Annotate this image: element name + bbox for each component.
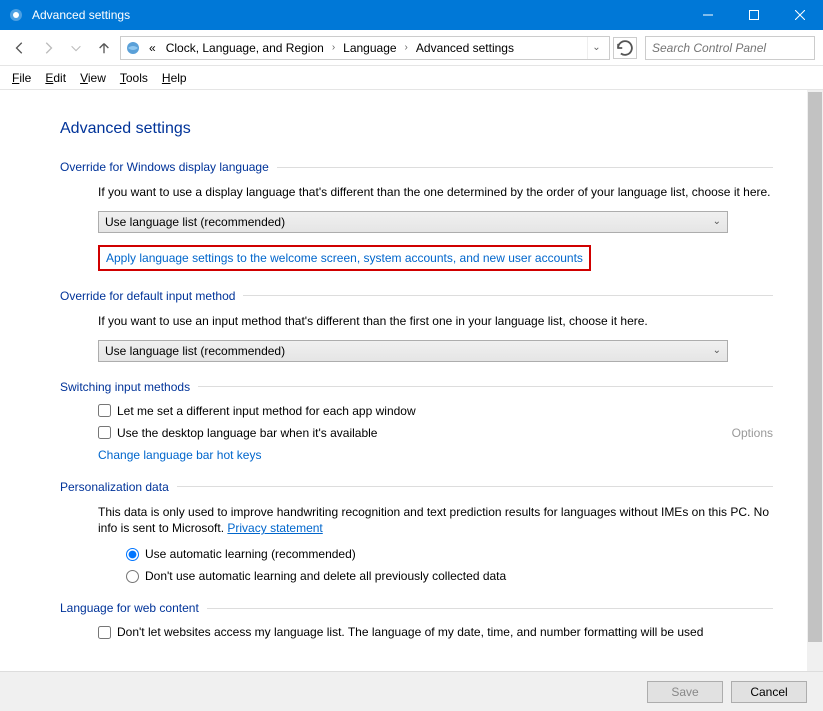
close-button[interactable]	[777, 0, 823, 30]
personalization-desc-text: This data is only used to improve handwr…	[98, 505, 769, 536]
section-header-input-method: Override for default input method	[60, 289, 243, 303]
privacy-statement-link[interactable]: Privacy statement	[227, 521, 322, 535]
divider	[277, 167, 773, 168]
automatic-learning-radio[interactable]	[126, 548, 139, 561]
menu-file[interactable]: File	[12, 71, 31, 85]
breadcrumb-item[interactable]: Language	[339, 41, 400, 55]
title-bar: Advanced settings	[0, 0, 823, 30]
divider	[207, 608, 773, 609]
section-header-switching: Switching input methods	[60, 380, 198, 394]
chevron-right-icon[interactable]: ›	[330, 42, 337, 53]
refresh-button[interactable]	[613, 37, 637, 59]
up-button[interactable]	[92, 36, 116, 60]
minimize-button[interactable]	[685, 0, 731, 30]
desktop-language-bar-label: Use the desktop language bar when it's a…	[117, 426, 377, 440]
breadcrumb-dropdown-icon[interactable]: ⌄	[587, 37, 605, 59]
display-language-desc: If you want to use a display language th…	[98, 184, 773, 201]
block-website-language-label: Don't let websites access my language li…	[117, 625, 703, 639]
menu-tools[interactable]: Tools	[120, 71, 148, 85]
change-hotkeys-link[interactable]: Change language bar hot keys	[98, 448, 261, 462]
window-title: Advanced settings	[32, 8, 685, 22]
cancel-button[interactable]: Cancel	[731, 681, 807, 703]
divider	[243, 295, 773, 296]
no-automatic-learning-radio[interactable]	[126, 570, 139, 583]
chevron-down-icon: ⌄	[713, 216, 721, 227]
save-button[interactable]: Save	[647, 681, 723, 703]
per-app-input-label: Let me set a different input method for …	[117, 404, 416, 418]
chevron-right-icon[interactable]: ›	[403, 42, 410, 53]
menu-edit[interactable]: Edit	[45, 71, 66, 85]
breadcrumb-item[interactable]: Advanced settings	[412, 41, 518, 55]
app-icon	[8, 7, 24, 23]
highlighted-link-box: Apply language settings to the welcome s…	[98, 245, 591, 271]
section-header-web: Language for web content	[60, 601, 207, 615]
options-link[interactable]: Options	[732, 426, 773, 440]
input-method-desc: If you want to use an input method that'…	[98, 313, 773, 330]
dropdown-value: Use language list (recommended)	[105, 344, 285, 358]
location-icon	[125, 40, 141, 56]
address-bar: « Clock, Language, and Region › Language…	[0, 30, 823, 66]
button-bar: Save Cancel	[0, 671, 823, 711]
automatic-learning-label: Use automatic learning (recommended)	[145, 547, 356, 561]
apply-language-settings-link[interactable]: Apply language settings to the welcome s…	[106, 251, 583, 265]
no-automatic-learning-label: Don't use automatic learning and delete …	[145, 569, 506, 583]
scroll-thumb[interactable]	[808, 92, 822, 642]
menu-view[interactable]: View	[80, 71, 106, 85]
recent-dropdown-icon[interactable]	[64, 36, 88, 60]
dropdown-value: Use language list (recommended)	[105, 215, 285, 229]
search-box[interactable]	[645, 36, 815, 60]
section-header-personalization: Personalization data	[60, 480, 177, 494]
input-method-dropdown[interactable]: Use language list (recommended) ⌄	[98, 340, 728, 362]
content-area: Advanced settings Override for Windows d…	[0, 90, 823, 667]
maximize-button[interactable]	[731, 0, 777, 30]
block-website-language-checkbox[interactable]	[98, 626, 111, 639]
divider	[198, 386, 773, 387]
breadcrumb-item[interactable]: Clock, Language, and Region	[162, 41, 328, 55]
personalization-desc: This data is only used to improve handwr…	[98, 504, 773, 538]
vertical-scrollbar[interactable]	[807, 90, 823, 671]
forward-button[interactable]	[36, 36, 60, 60]
divider	[177, 486, 773, 487]
page-title: Advanced settings	[60, 120, 773, 138]
section-header-display-language: Override for Windows display language	[60, 160, 277, 174]
breadcrumb[interactable]: « Clock, Language, and Region › Language…	[120, 36, 610, 60]
search-input[interactable]	[652, 41, 809, 55]
display-language-dropdown[interactable]: Use language list (recommended) ⌄	[98, 211, 728, 233]
menu-bar: File Edit View Tools Help	[0, 66, 823, 90]
desktop-language-bar-checkbox[interactable]	[98, 426, 111, 439]
menu-help[interactable]: Help	[162, 71, 187, 85]
back-button[interactable]	[8, 36, 32, 60]
per-app-input-checkbox[interactable]	[98, 404, 111, 417]
chevron-down-icon: ⌄	[713, 345, 721, 356]
breadcrumb-prefix[interactable]: «	[145, 41, 160, 55]
